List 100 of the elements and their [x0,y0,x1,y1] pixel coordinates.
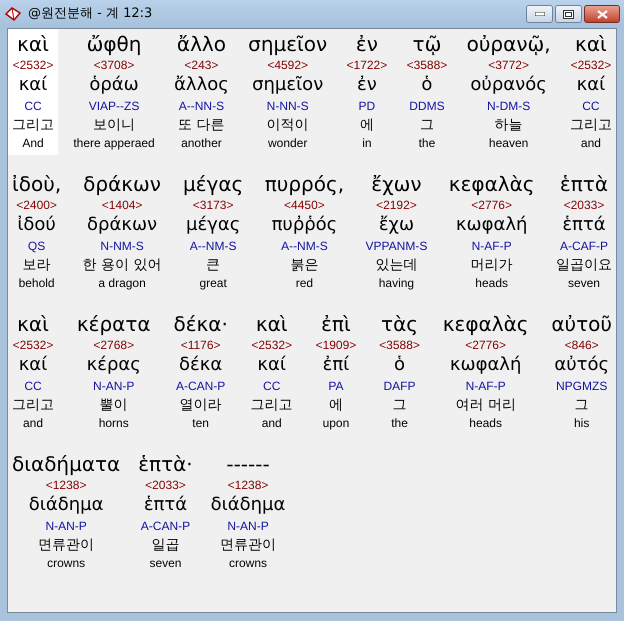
strongs-number: <1238> [228,477,268,493]
close-button[interactable] [584,5,620,23]
word-column[interactable]: σημεῖον <4592> σημεῖον N-NN-S 이적이 wonder [244,29,332,155]
strongs-number: <243> [184,57,218,73]
lemma: ἔχω [378,213,414,237]
strongs-number: <4450> [284,197,325,213]
parse-code: N-DM-S [486,98,530,115]
strongs-number: <2192> [376,197,417,213]
word-column[interactable]: μέγας <3173> μέγας A--NM-S 큰 great [178,169,248,295]
lemma: καί [576,73,606,97]
greek-word: οὐρανῷ, [466,31,551,57]
minimize-button[interactable] [526,5,553,23]
word-column[interactable]: δράκων <1404> δράκων N-NM-S 한 용이 있어 a dragon [78,169,166,295]
word-column[interactable]: ἑπτὰ <2033> ἑπτά A-CAF-P 일곱이요 seven [552,169,616,295]
korean-gloss: 그리고 [570,116,612,135]
strongs-number: <1238> [46,477,86,493]
maximize-icon [563,10,574,18]
strongs-number: <846> [564,337,599,353]
english-gloss: the [418,135,436,151]
greek-word: κεφαλὰς [442,311,528,337]
strongs-number: <2532> [12,337,54,353]
parse-code: DDMS [409,98,445,115]
english-gloss: seven [149,555,182,571]
parse-code: QS [28,238,46,255]
word-column[interactable]: κεφαλὰς <2776> κωφαλή N-AF-P 여러 머리 heads [438,309,532,435]
greek-word: μέγας [182,171,244,197]
korean-gloss: 면류관이 [38,536,94,555]
strongs-number: <1176> [180,337,221,353]
strongs-number: <2033> [145,477,186,493]
lemma: ἐπί [322,353,350,377]
word-column[interactable]: ἰδοὺ, <2400> ἰδού QS 보라 behold [8,169,66,295]
word-column[interactable]: καὶ <2532> καί CC 그리고 and [246,309,297,435]
english-gloss: a dragon [98,275,146,291]
parse-code: A--NN-S [178,98,224,115]
word-column[interactable]: καὶ <2532> καί CC 그리고 and [8,309,58,435]
lemma: ἐν [356,73,377,97]
greek-word: καὶ [256,311,288,337]
word-column[interactable]: ἐν <1722> ἐν PD 에 in [342,29,392,155]
english-gloss: heads [475,275,508,291]
parse-code: N-AF-P [466,378,506,395]
strongs-number: <2532> [251,337,292,353]
word-column[interactable]: καὶ <2532> καί CC 그리고 and [566,29,616,155]
lemma: κωφαλή [456,213,528,237]
parse-code: VIAP--ZS [88,98,140,115]
word-column[interactable]: ὤφθη <3708> ὁράω VIAP--ZS 보이니 there apperaed [69,29,159,155]
word-column[interactable]: πυρρός, <4450> πυῤῥός A--NM-S 붉은 red [260,169,348,295]
lemma: κωφαλή [450,353,522,377]
korean-gloss: 면류관이 [220,536,276,555]
word-column[interactable]: διαδήματα <1238> διάδημα N-AN-P 면류관이 crowns [8,449,124,575]
greek-word: πυρρός, [264,171,344,197]
word-column[interactable]: ἑπτὰ· <2033> ἑπτά A-CAN-P 일곱 seven [134,449,197,575]
close-icon [596,10,608,18]
lemma: πυῤῥός [272,213,338,237]
greek-word: κέρατα [76,311,151,337]
english-gloss: in [362,135,372,151]
korean-gloss: 머리가 [470,256,513,275]
word-column[interactable]: ἔχων <2192> ἔχω VPPANM-S 있는데 having [362,169,432,295]
english-gloss: crowns [47,555,86,571]
parse-code: PD [358,98,376,115]
word-column[interactable]: ------ <1238> διάδημα N-AN-P 면류관이 crowns [206,449,290,575]
word-column[interactable]: δέκα· <1176> δέκα A-CAN-P 열이라 ten [169,309,232,435]
lemma: δέκα [179,353,222,377]
word-column[interactable]: ἄλλο <243> ἄλλος A--NN-S 또 다른 another [170,29,233,155]
parse-code: N-AN-P [93,378,134,395]
greek-word: τὰς [381,311,418,337]
strongs-number: <1404> [102,197,142,213]
word-column[interactable]: τῷ <3588> ὁ DDMS 그 the [402,29,452,155]
korean-gloss: 또 다른 [178,116,225,135]
greek-word: τῷ [412,31,442,57]
korean-gloss: 있는데 [375,256,418,275]
lemma: ὁ [421,73,432,97]
strongs-number: <3173> [192,197,234,213]
lemma: καί [18,73,48,97]
lemma: ὁράω [89,73,139,97]
korean-gloss: 열이라 [180,396,222,415]
word-column[interactable]: τὰς <3588> ὁ DAFP 그 the [375,309,424,435]
window-title: @원전분해 - 계 12:3 [28,5,152,24]
english-gloss: seven [568,275,600,291]
strongs-number: <3772> [488,57,529,73]
word-column[interactable]: οὐρανῷ, <3772> οὐρανός N-DM-S 하늘 heaven [462,29,555,155]
parse-code: A-CAF-P [560,238,608,255]
maximize-button[interactable] [555,5,582,23]
word-column[interactable]: αὐτοῦ <846> αὐτός NPGMZS 그 his [547,309,616,435]
word-column[interactable]: ἐπὶ <1909> ἐπί PA 에 upon [312,309,360,435]
strongs-number: <1722> [346,57,388,73]
word-column[interactable]: κέρατα <2768> κέρας N-AN-P 뿔이 horns [72,309,155,435]
english-gloss: horns [98,415,129,431]
word-column[interactable]: καὶ <2532> καί CC 그리고 And [8,29,58,155]
lemma: ἄλλος [174,73,229,97]
strongs-number: <2776> [471,197,512,213]
greek-word: ἐπὶ [321,311,351,337]
parse-code: A-CAN-P [176,378,226,395]
lemma: διάδημα [210,493,286,517]
parse-code: N-AN-P [45,518,87,535]
lemma: κέρας [86,353,141,377]
greek-word: δέκα· [173,311,228,337]
minimize-icon [534,12,544,16]
greek-word: ἰδοὺ, [12,171,62,197]
english-gloss: heads [469,415,502,431]
word-column[interactable]: κεφαλὰς <2776> κωφαλή N-AF-P 머리가 heads [444,169,539,295]
